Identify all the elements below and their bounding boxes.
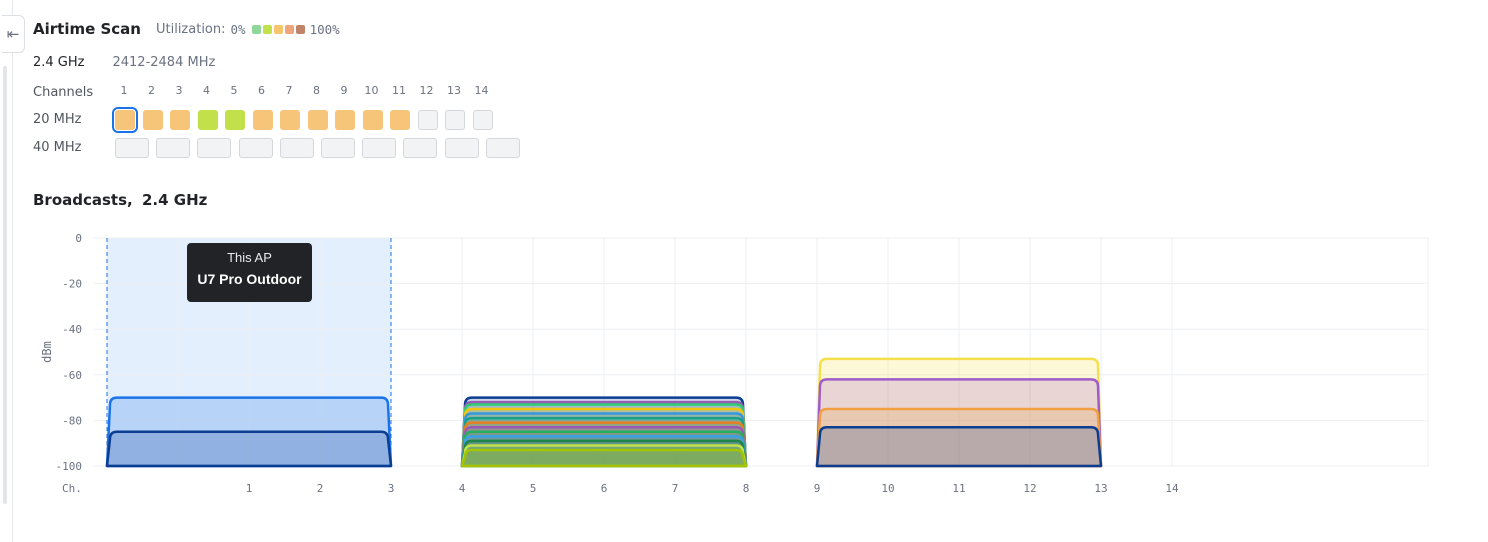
y-tick-label: -80 xyxy=(62,414,82,427)
tooltip-line1: This AP xyxy=(227,250,272,265)
x-tick-label: 5 xyxy=(530,482,537,495)
x-tick-label: 3 xyxy=(388,482,395,495)
y-tick-label: -60 xyxy=(62,369,82,382)
x-tick-label: 10 xyxy=(881,482,894,495)
signal-shape xyxy=(105,430,393,468)
x-tick-label: 9 xyxy=(814,482,821,495)
signal-shape xyxy=(460,448,748,468)
tooltip-line2: U7 Pro Outdoor xyxy=(197,271,302,287)
x-axis-label: Ch. xyxy=(62,482,82,495)
x-tick-label: 13 xyxy=(1094,482,1107,495)
x-tick-label: 11 xyxy=(952,482,965,495)
x-tick-label: 4 xyxy=(459,482,466,495)
x-tick-label: 14 xyxy=(1165,482,1179,495)
x-tick-label: 8 xyxy=(743,482,750,495)
y-tick-label: -20 xyxy=(62,278,82,291)
ap-tooltip: This AP U7 Pro Outdoor xyxy=(187,243,312,302)
y-tick-label: 0 xyxy=(75,232,82,245)
signal-shape xyxy=(815,425,1103,468)
x-tick-label: 2 xyxy=(317,482,324,495)
x-tick-label: 7 xyxy=(672,482,679,495)
x-tick-label: 12 xyxy=(1023,482,1036,495)
x-tick-label: 6 xyxy=(601,482,608,495)
x-tick-label: 1 xyxy=(246,482,253,495)
y-tick-label: -40 xyxy=(62,323,82,336)
y-axis-label: dBm xyxy=(40,341,54,363)
y-tick-label: -100 xyxy=(56,460,83,473)
